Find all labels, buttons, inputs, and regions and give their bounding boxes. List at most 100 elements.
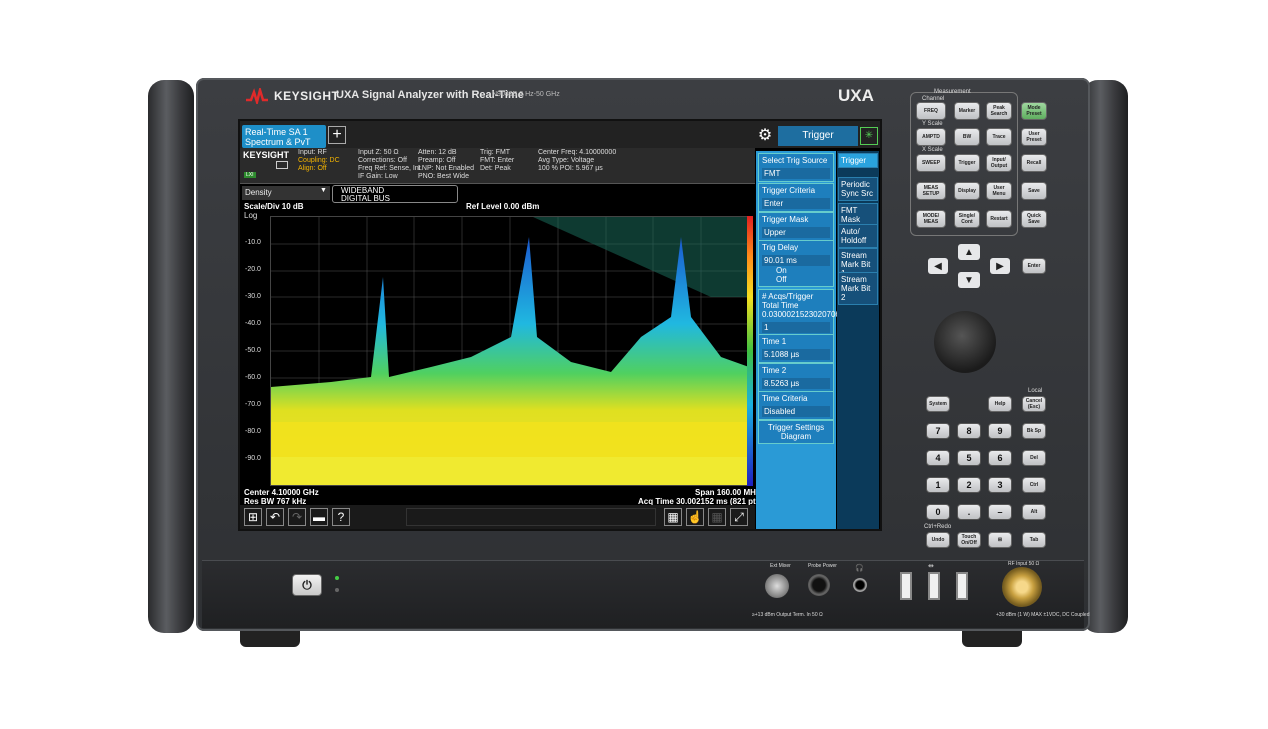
softkey-periodic-sync[interactable]: Periodic Sync Src bbox=[838, 177, 878, 201]
key-4[interactable]: 4 bbox=[926, 450, 950, 466]
touchscreen[interactable]: Real-Time SA 1 Spectrum & PvT + ⚙ Trigge… bbox=[238, 119, 882, 531]
help-icon[interactable]: ? bbox=[332, 508, 350, 526]
peak-search-key[interactable]: Peak Search bbox=[986, 102, 1012, 120]
sweep-key[interactable]: SWEEP bbox=[916, 154, 946, 172]
recall-key[interactable]: Recall bbox=[1021, 154, 1047, 172]
restart-key[interactable]: Restart bbox=[986, 210, 1012, 228]
mode-preset-key[interactable]: Mode Preset bbox=[1021, 102, 1047, 120]
marker-key[interactable]: Marker bbox=[954, 102, 980, 120]
quick-save-key[interactable]: Quick Save bbox=[1021, 210, 1047, 228]
rf-input-connector[interactable] bbox=[1002, 567, 1042, 607]
ext-mixer-connector[interactable] bbox=[765, 574, 789, 598]
backspace-key[interactable]: Bk Sp bbox=[1022, 423, 1046, 439]
softkey-stream-mark-2[interactable]: Stream Mark Bit 2 bbox=[838, 272, 878, 305]
message-bar[interactable] bbox=[406, 508, 656, 526]
key-8[interactable]: 8 bbox=[957, 423, 981, 439]
softkey-trigger[interactable]: Trigger bbox=[838, 153, 878, 168]
trig-delay[interactable]: Trig Delay 90.01 ms On Off bbox=[758, 240, 834, 287]
trigger-settings-panel: Select Trig Source FMT Trigger Criteria … bbox=[756, 151, 840, 529]
redo-icon[interactable]: ↷ bbox=[288, 508, 306, 526]
display-key[interactable]: Display bbox=[954, 182, 980, 200]
left-handle[interactable] bbox=[148, 80, 194, 633]
layout-icon[interactable]: ▦ bbox=[664, 508, 682, 526]
input-output-key[interactable]: Input/ Output bbox=[986, 154, 1012, 172]
meas-setup-key[interactable]: MEAS SETUP bbox=[916, 182, 946, 200]
fullscreen-icon[interactable]: ⤢ bbox=[730, 508, 748, 526]
arrow-down-button[interactable]: ▼ bbox=[958, 272, 980, 288]
key-6[interactable]: 6 bbox=[988, 450, 1012, 466]
windows-icon[interactable]: ⊞ bbox=[244, 508, 262, 526]
view-select-density[interactable]: Density bbox=[242, 186, 330, 200]
alt-key[interactable]: Alt bbox=[1022, 504, 1046, 520]
windows-key[interactable]: ⊞ bbox=[988, 532, 1012, 548]
save-key[interactable]: Save bbox=[1021, 182, 1047, 200]
rotary-knob[interactable] bbox=[934, 311, 996, 373]
softkey-auto-holdoff[interactable]: Auto/ Holdoff bbox=[838, 224, 878, 248]
probe-power-connector[interactable] bbox=[808, 574, 830, 596]
keysight-logo-icon bbox=[246, 88, 268, 104]
undo-key[interactable]: Undo bbox=[926, 532, 950, 548]
mode-meas-key[interactable]: MODE/ MEAS bbox=[916, 210, 946, 228]
scale-div: Scale/Div 10 dB bbox=[244, 202, 304, 211]
trigger-menu-tab[interactable]: Trigger bbox=[778, 126, 858, 146]
key-3[interactable]: 3 bbox=[988, 477, 1012, 493]
add-screen-button[interactable]: + bbox=[328, 126, 346, 144]
key-9[interactable]: 9 bbox=[988, 423, 1012, 439]
power-button[interactable]: ⏻ bbox=[292, 574, 322, 596]
model-range: N9040B 3 Hz-50 GHz bbox=[492, 91, 560, 98]
density-spectrum-plot[interactable] bbox=[270, 216, 750, 486]
system-key[interactable]: System bbox=[926, 396, 950, 412]
time-criteria[interactable]: Time Criteria Disabled bbox=[758, 391, 834, 420]
bw-key[interactable]: BW bbox=[954, 128, 980, 146]
key-2[interactable]: 2 bbox=[957, 477, 981, 493]
local-label: Local bbox=[1028, 388, 1043, 394]
gear-icon[interactable]: ⚙ bbox=[756, 127, 774, 145]
ctrl-key[interactable]: Ctrl bbox=[1022, 477, 1046, 493]
acqs-per-trigger[interactable]: # Acqs/Trigger Total Time 0.030002152302… bbox=[758, 289, 840, 336]
tab-key[interactable]: Tab bbox=[1022, 532, 1046, 548]
rf-input-warning: +30 dBm (1 W) MAX ±1VDC, DC Coupled bbox=[996, 612, 1090, 618]
time-2[interactable]: Time 2 8.5263 µs bbox=[758, 363, 834, 392]
freq-key[interactable]: FREQ bbox=[916, 102, 946, 120]
usb-port[interactable] bbox=[956, 572, 968, 600]
arrow-right-button[interactable]: ▶ bbox=[990, 258, 1010, 274]
touch-icon[interactable]: ☝ bbox=[686, 508, 704, 526]
usb-port[interactable] bbox=[928, 572, 940, 600]
time-1[interactable]: Time 1 5.1088 µs bbox=[758, 334, 834, 363]
trigger-settings-diagram-button[interactable]: Trigger Settings Diagram bbox=[758, 420, 834, 444]
trigger-mask[interactable]: Trigger Mask Upper bbox=[758, 212, 834, 241]
settings-bar[interactable]: KEYSIGHT LXI Input: RF Coupling: DC Alig… bbox=[240, 148, 755, 184]
trigger-key[interactable]: Trigger bbox=[954, 154, 980, 172]
wideband-digital-bus-button[interactable]: WIDEBAND DIGITAL BUS bbox=[332, 185, 458, 203]
select-trig-source[interactable]: Select Trig Source FMT bbox=[758, 153, 834, 182]
user-menu-key[interactable]: User Menu bbox=[986, 182, 1012, 200]
info-col-atten: Atten: 12 dB Preamp: Off LNP: Not Enable… bbox=[418, 149, 475, 180]
trigger-criteria[interactable]: Trigger Criteria Enter bbox=[758, 183, 834, 212]
help-key[interactable]: Help bbox=[988, 396, 1012, 412]
lower-panel bbox=[202, 560, 1084, 628]
enter-key[interactable]: Enter bbox=[1022, 258, 1046, 274]
arrow-up-button[interactable]: ▲ bbox=[958, 244, 980, 260]
single-cont-key[interactable]: Single/ Cont bbox=[954, 210, 980, 228]
key-5[interactable]: 5 bbox=[957, 450, 981, 466]
user-preset-key[interactable]: User Preset bbox=[1021, 128, 1047, 146]
y-tick-label: -80.0 bbox=[245, 428, 261, 435]
arrow-left-button[interactable]: ◀ bbox=[928, 258, 948, 274]
key-minus[interactable]: – bbox=[988, 504, 1012, 520]
grid-icon[interactable]: ▦ bbox=[708, 508, 726, 526]
trace-key[interactable]: Trace bbox=[986, 128, 1012, 146]
key-decimal[interactable]: . bbox=[957, 504, 981, 520]
delete-key[interactable]: Del bbox=[1022, 450, 1046, 466]
undo-icon[interactable]: ↶ bbox=[266, 508, 284, 526]
key-0[interactable]: 0 bbox=[926, 504, 950, 520]
headphone-jack[interactable] bbox=[853, 578, 867, 592]
cancel-esc-key[interactable]: Cancel (Esc) bbox=[1022, 396, 1046, 412]
key-7[interactable]: 7 bbox=[926, 423, 950, 439]
key-1[interactable]: 1 bbox=[926, 477, 950, 493]
tab-real-time-sa[interactable]: Real-Time SA 1 Spectrum & PvT bbox=[242, 125, 326, 148]
touch-on-off-key[interactable]: Touch On/Off bbox=[957, 532, 981, 548]
folder-icon[interactable]: ▬ bbox=[310, 508, 328, 526]
amptd-key[interactable]: AMPTD bbox=[916, 128, 946, 146]
right-foot bbox=[962, 629, 1022, 647]
usb-port[interactable] bbox=[900, 572, 912, 600]
